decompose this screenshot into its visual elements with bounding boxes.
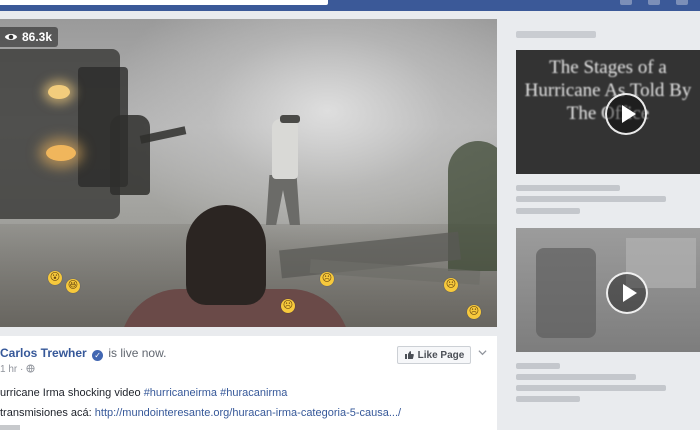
globe-icon bbox=[26, 364, 35, 373]
video-person bbox=[110, 115, 150, 195]
suggested-videos-sidebar: The Stages of a Hurricane As Told By The… bbox=[506, 19, 700, 430]
author-name[interactable]: Carlos Trewher bbox=[0, 346, 87, 360]
post-more-text bbox=[0, 425, 20, 430]
friend-requests-icon[interactable] bbox=[620, 0, 632, 5]
suggested-video-thumbnail[interactable] bbox=[516, 228, 700, 352]
video-title-placeholder[interactable] bbox=[516, 363, 560, 369]
external-link[interactable]: http://mundointeresante.org/huracan-irma… bbox=[95, 407, 401, 419]
chevron-down-icon[interactable] bbox=[478, 348, 487, 357]
view-count-badge: 86.3k bbox=[0, 27, 59, 47]
video-title-placeholder[interactable] bbox=[516, 374, 636, 380]
view-count: 86.3k bbox=[22, 30, 53, 44]
sad-reaction-icon: ☹ bbox=[444, 278, 458, 292]
play-icon[interactable] bbox=[606, 272, 648, 314]
search-input[interactable] bbox=[0, 0, 328, 5]
live-status: is live now. bbox=[108, 346, 167, 360]
video-walker-hat bbox=[280, 115, 300, 123]
caption-text: urricane Irma shocking video bbox=[0, 387, 144, 399]
post-time[interactable]: 1 hr · bbox=[0, 364, 23, 375]
notifications-icon[interactable] bbox=[676, 0, 688, 5]
video-headlight bbox=[46, 145, 76, 161]
haha-reaction-icon: 😆 bbox=[66, 279, 80, 293]
post-link-line: transmisiones acá: http://mundointeresan… bbox=[0, 407, 401, 419]
post-details: Carlos Trewher ✓ is live now. 1 hr · Lik… bbox=[0, 336, 497, 430]
sidebar-header bbox=[516, 31, 596, 38]
post-caption: urricane Irma shocking video #hurricanei… bbox=[0, 387, 287, 399]
video-walker bbox=[272, 119, 298, 179]
video-title-placeholder[interactable] bbox=[516, 196, 666, 202]
thumbnail-figure bbox=[536, 248, 596, 338]
verified-icon: ✓ bbox=[92, 350, 104, 361]
wow-reaction-icon: 😮 bbox=[48, 271, 62, 285]
post-meta: 1 hr · bbox=[0, 364, 35, 375]
like-page-label: Like Page bbox=[417, 349, 465, 361]
sad-reaction-icon: ☹ bbox=[320, 272, 334, 286]
suggested-video-thumbnail[interactable]: The Stages of a Hurricane As Told By The… bbox=[516, 50, 700, 174]
hashtag-link[interactable]: #hurricaneirma bbox=[144, 387, 217, 399]
video-meta-placeholder bbox=[516, 396, 580, 402]
play-icon[interactable] bbox=[605, 93, 647, 135]
author-row: Carlos Trewher ✓ is live now. bbox=[0, 346, 166, 361]
video-title-placeholder[interactable] bbox=[516, 385, 666, 391]
thumbs-up-icon bbox=[404, 351, 414, 359]
video-foreground-head bbox=[186, 205, 266, 305]
like-page-button[interactable]: Like Page bbox=[397, 346, 471, 364]
video-headlight bbox=[48, 85, 70, 99]
sad-reaction-icon: ☹ bbox=[467, 305, 481, 319]
eye-icon bbox=[4, 34, 18, 40]
link-prefix-text: transmisiones acá: bbox=[0, 407, 95, 419]
live-video-player[interactable]: 86.3k 😮 😆 ☹ ☹ ☹ ☹ bbox=[0, 19, 497, 327]
hashtag-link[interactable]: #huracanirma bbox=[220, 387, 287, 399]
sad-reaction-icon: ☹ bbox=[281, 299, 295, 313]
messages-icon[interactable] bbox=[648, 0, 660, 5]
top-nav-bar bbox=[0, 0, 700, 11]
video-title-placeholder[interactable] bbox=[516, 185, 620, 191]
video-meta-placeholder bbox=[516, 208, 580, 214]
